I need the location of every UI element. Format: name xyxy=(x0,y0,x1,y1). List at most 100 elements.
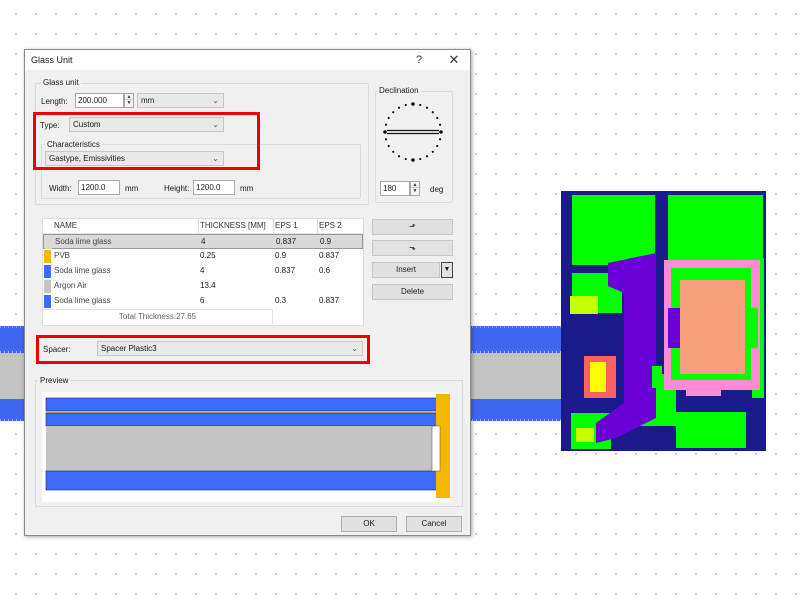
cell-thickness: 6 xyxy=(200,296,205,305)
header-name[interactable]: NAME xyxy=(54,221,77,230)
spin-down-icon[interactable]: ▼ xyxy=(125,100,133,106)
cancel-button[interactable]: Cancel xyxy=(406,516,462,532)
cell-thickness: 0.25 xyxy=(200,251,216,260)
cell-eps2: 0.837 xyxy=(319,251,340,260)
header-eps1[interactable]: EPS 1 xyxy=(275,221,298,230)
length-input[interactable]: 200.000 xyxy=(75,93,124,108)
cell-eps1: 0.9 xyxy=(275,251,287,260)
cell-name: PVB xyxy=(54,251,71,260)
total-thickness: Total Thickness:27.65 xyxy=(43,309,273,324)
cell-thickness: 13.4 xyxy=(200,281,216,290)
layer-color-swatch xyxy=(44,250,51,263)
preview-canvas xyxy=(42,392,450,502)
ok-button[interactable]: OK xyxy=(341,516,397,532)
dial-tick xyxy=(397,106,401,109)
cad-window-profile xyxy=(561,191,766,451)
cell-eps1: 0.837 xyxy=(275,266,296,275)
width-input[interactable]: 1200.0 xyxy=(78,180,120,195)
layers-table[interactable]: NAME THICKNESS [MM] EPS 1 EPS 2 Soda lim… xyxy=(42,218,364,326)
cell-eps2: 0.9 xyxy=(320,237,332,246)
cell-name: Soda lime glass xyxy=(54,266,111,275)
column-divider xyxy=(317,219,318,234)
declination-spin[interactable]: ▲ ▼ xyxy=(410,181,420,196)
table-row[interactable]: PVB 0.25 0.9 0.837 xyxy=(43,249,363,264)
dial-tick xyxy=(383,130,387,134)
length-spin[interactable]: ▲ ▼ xyxy=(124,93,134,108)
dial-tick xyxy=(411,102,415,106)
delete-button[interactable]: Delete xyxy=(372,284,453,300)
dialog-title: Glass Unit xyxy=(31,55,73,65)
cell-thickness: 4 xyxy=(200,266,205,275)
help-button[interactable]: ? xyxy=(405,52,433,68)
dial-tick xyxy=(439,130,443,134)
cell-eps2: 0.837 xyxy=(319,296,340,305)
preview-label: Preview xyxy=(38,376,71,385)
dial-tick xyxy=(384,123,388,126)
dial-tick xyxy=(411,158,415,162)
layer-color-swatch xyxy=(44,295,51,308)
dial-tick xyxy=(438,138,442,141)
title-bar: Glass Unit ? ✕ xyxy=(25,50,470,70)
dial-tick xyxy=(431,150,434,153)
glass-unit-group-label: Glass unit xyxy=(41,78,81,87)
layer-color-swatch xyxy=(44,280,51,293)
highlight-spacer xyxy=(36,335,370,364)
dial-tick xyxy=(404,157,407,161)
preview-glass-1 xyxy=(45,397,443,412)
table-row[interactable]: Soda lime glass 6 0.3 0.837 xyxy=(43,294,363,309)
header-thickness[interactable]: THICKNESS [MM] xyxy=(200,221,266,230)
height-unit: mm xyxy=(240,184,254,193)
dial-tick xyxy=(392,150,395,153)
glass-unit-dialog: Glass Unit ? ✕ Glass unit Length: 200.00… xyxy=(24,49,471,536)
column-divider xyxy=(198,219,199,234)
dial-tick xyxy=(419,103,422,107)
width-label: Width: xyxy=(49,184,72,193)
dial-tick xyxy=(425,155,429,158)
layer-color-swatch xyxy=(45,236,52,249)
dial-tick xyxy=(425,106,429,109)
cell-eps1: 0.3 xyxy=(275,296,287,305)
dial-tick xyxy=(384,138,388,141)
chevron-down-icon: ⌄ xyxy=(212,96,219,105)
preview-glass-3 xyxy=(45,470,443,491)
column-divider xyxy=(273,219,274,234)
dial-tick xyxy=(419,157,422,161)
dial-tick xyxy=(387,116,390,120)
close-button[interactable]: ✕ xyxy=(440,52,468,68)
move-up-button[interactable]: ⬏ xyxy=(372,219,453,235)
length-unit-select[interactable]: mm ⌄ xyxy=(137,93,224,108)
layer-color-swatch xyxy=(44,265,51,278)
dial-tick xyxy=(436,144,439,148)
cell-eps1: 0.837 xyxy=(276,237,297,246)
move-down-button[interactable]: ⬎ xyxy=(372,240,453,256)
width-unit: mm xyxy=(125,184,139,193)
dial-tick xyxy=(397,155,401,158)
preview-pvb xyxy=(46,411,442,413)
dial-tick xyxy=(431,111,434,114)
preview-drawing xyxy=(45,394,450,498)
cell-name: Soda lime glass xyxy=(55,237,112,246)
dial-tick xyxy=(387,144,390,148)
height-input[interactable]: 1200.0 xyxy=(193,180,235,195)
table-row[interactable]: Soda lime glass 4 0.837 0.6 xyxy=(43,264,363,279)
preview-spacer-gap xyxy=(431,425,441,472)
highlight-type-characteristics xyxy=(33,112,260,170)
header-eps2[interactable]: EPS 2 xyxy=(319,221,342,230)
length-label: Length: xyxy=(41,97,68,106)
dial-tick xyxy=(438,123,442,126)
declination-input[interactable]: 180 xyxy=(380,181,410,196)
dial-tick xyxy=(436,116,439,120)
declination-unit: deg xyxy=(430,185,444,194)
dial-tick xyxy=(392,111,395,114)
table-row[interactable]: Argon Air 13.4 xyxy=(43,279,363,294)
cell-name: Soda lime glass xyxy=(54,296,111,305)
insert-button[interactable]: Insert xyxy=(372,262,440,278)
height-label: Height: xyxy=(164,184,190,193)
table-row[interactable]: Soda lime glass 4 0.837 0.9 xyxy=(43,234,363,249)
dial-tick xyxy=(404,103,407,107)
cell-eps2: 0.6 xyxy=(319,266,331,275)
table-header: NAME THICKNESS [MM] EPS 1 EPS 2 xyxy=(43,219,363,234)
insert-dropdown-icon[interactable]: ▼ xyxy=(441,262,453,278)
declination-dial[interactable] xyxy=(381,100,445,164)
spin-down-icon[interactable]: ▼ xyxy=(411,188,419,194)
